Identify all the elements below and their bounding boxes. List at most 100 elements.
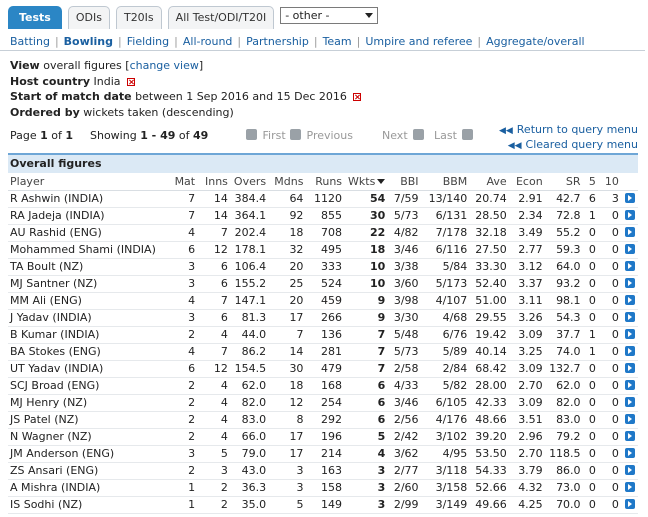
- return-query-link[interactable]: Return to query menu: [517, 123, 638, 136]
- player-name[interactable]: TA Boult (NZ): [8, 258, 168, 276]
- row-action-cell: [621, 462, 638, 480]
- column-header-mdns[interactable]: Mdns: [269, 173, 307, 191]
- nav-separator: |: [237, 35, 242, 48]
- row-action-cell: [621, 190, 638, 208]
- cell-wkts: 10: [345, 275, 389, 293]
- tab-tests[interactable]: Tests: [8, 6, 62, 29]
- player-name[interactable]: JM Anderson (ENG): [8, 445, 168, 463]
- previous-page-button[interactable]: Previous: [290, 129, 353, 142]
- nav-partnership[interactable]: Partnership: [246, 35, 309, 48]
- cell-10: 0: [598, 275, 622, 293]
- format-select[interactable]: - other -: [280, 7, 379, 24]
- page-prefix: Page: [10, 129, 37, 142]
- player-name[interactable]: A Mishra (INDIA): [8, 479, 168, 497]
- player-name[interactable]: JS Patel (NZ): [8, 411, 168, 429]
- cell-mat: 2: [167, 428, 199, 446]
- cell-econ: 3.51: [509, 411, 546, 429]
- play-arrow-icon[interactable]: [625, 312, 635, 322]
- column-header-bbi[interactable]: BBI: [388, 173, 422, 191]
- column-header-econ[interactable]: Econ: [509, 173, 546, 191]
- cell-runs: 136: [306, 326, 346, 344]
- first-page-button[interactable]: First: [246, 129, 286, 142]
- column-header-overs[interactable]: Overs: [230, 173, 270, 191]
- cleared-query-link[interactable]: Cleared query menu: [526, 138, 638, 151]
- player-name[interactable]: N Wagner (NZ): [8, 428, 168, 446]
- play-arrow-icon[interactable]: [625, 397, 635, 407]
- column-header-ave[interactable]: Ave: [470, 173, 510, 191]
- tab-all-formats[interactable]: All Test/ODI/T20I: [167, 6, 275, 29]
- row-action-cell: [621, 258, 638, 276]
- column-header-player[interactable]: Player: [8, 173, 168, 191]
- cell-inns: 6: [198, 275, 231, 293]
- column-header-label: Inns: [204, 174, 228, 188]
- player-name[interactable]: IS Sodhi (NZ): [8, 496, 168, 514]
- column-header-10[interactable]: 10: [598, 173, 622, 191]
- host-label: Host country: [10, 74, 90, 88]
- play-arrow-icon[interactable]: [625, 363, 635, 373]
- play-arrow-icon[interactable]: [625, 431, 635, 441]
- remove-date-icon[interactable]: [353, 93, 362, 101]
- play-arrow-icon[interactable]: [625, 244, 635, 254]
- play-arrow-icon[interactable]: [625, 499, 635, 509]
- player-name[interactable]: BA Stokes (ENG): [8, 343, 168, 361]
- play-arrow-icon[interactable]: [625, 261, 635, 271]
- play-arrow-icon[interactable]: [625, 482, 635, 492]
- player-name[interactable]: R Ashwin (INDIA): [8, 190, 168, 208]
- play-arrow-icon[interactable]: [625, 465, 635, 475]
- player-name[interactable]: ZS Ansari (ENG): [8, 462, 168, 480]
- cell-mdns: 8: [269, 411, 307, 429]
- player-name[interactable]: AU Rashid (ENG): [8, 224, 168, 242]
- player-name[interactable]: MM Ali (ENG): [8, 292, 168, 310]
- nav-all-round[interactable]: All-round: [183, 35, 233, 48]
- play-arrow-icon[interactable]: [625, 380, 635, 390]
- showing-prefix: Showing: [90, 129, 137, 142]
- player-name[interactable]: MJ Henry (NZ): [8, 394, 168, 412]
- cell-overs: 364.1: [230, 207, 270, 225]
- remove-host-icon[interactable]: [127, 77, 135, 86]
- column-header-wkts[interactable]: Wkts: [345, 173, 389, 191]
- column-header-bbm[interactable]: BBM: [421, 173, 471, 191]
- tab-t20is[interactable]: T20Is: [115, 6, 162, 29]
- column-header-5[interactable]: 5: [583, 173, 599, 191]
- play-arrow-icon[interactable]: [625, 346, 635, 356]
- player-name[interactable]: MJ Santner (NZ): [8, 275, 168, 293]
- play-arrow-icon[interactable]: [625, 227, 635, 237]
- player-name[interactable]: Mohammed Shami (INDIA): [8, 241, 168, 259]
- player-name[interactable]: SCJ Broad (ENG): [8, 377, 168, 395]
- player-name[interactable]: J Yadav (INDIA): [8, 309, 168, 327]
- nav-aggregate[interactable]: Aggregate/overall: [486, 35, 584, 48]
- play-arrow-icon[interactable]: [625, 414, 635, 424]
- play-arrow-icon[interactable]: [625, 329, 635, 339]
- column-header-inns[interactable]: Inns: [198, 173, 231, 191]
- cell-mat: 4: [167, 224, 199, 242]
- cell-sr: 42.7: [545, 190, 584, 208]
- player-name[interactable]: UT Yadav (INDIA): [8, 360, 168, 378]
- tab-odis[interactable]: ODIs: [67, 6, 110, 29]
- change-view-link[interactable]: change view: [130, 59, 199, 72]
- nav-bowling[interactable]: Bowling: [64, 35, 113, 48]
- play-arrow-icon[interactable]: [625, 448, 635, 458]
- cell-overs: 384.4: [230, 190, 270, 208]
- nav-fielding[interactable]: Fielding: [127, 35, 169, 48]
- play-arrow-icon[interactable]: [625, 210, 635, 220]
- nav-team[interactable]: Team: [323, 35, 352, 48]
- format-tabs: Tests ODIs T20Is All Test/ODI/T20I - oth…: [8, 6, 379, 29]
- nav-batting[interactable]: Batting: [10, 35, 50, 48]
- chevron-down-icon: [365, 13, 374, 18]
- cell-inns: 2: [198, 496, 231, 514]
- table-row: ZS Ansari (ENG) 2 3 43.0 3 163 3 2/77 3/118 54.33…: [8, 462, 638, 480]
- cell-mdns: 17: [269, 445, 307, 463]
- last-page-button[interactable]: Last: [434, 129, 474, 142]
- row-action-cell: [621, 479, 638, 497]
- column-header-runs[interactable]: Runs: [306, 173, 346, 191]
- player-name[interactable]: B Kumar (INDIA): [8, 326, 168, 344]
- nav-umpire[interactable]: Umpire and referee: [365, 35, 472, 48]
- next-page-button[interactable]: Next: [382, 129, 425, 142]
- play-arrow-icon[interactable]: [625, 278, 635, 288]
- play-arrow-icon[interactable]: [625, 295, 635, 305]
- page-current: 1: [40, 129, 48, 142]
- player-name[interactable]: RA Jadeja (INDIA): [8, 207, 168, 225]
- column-header-mat[interactable]: Mat: [167, 173, 199, 191]
- column-header-sr[interactable]: SR: [545, 173, 584, 191]
- play-arrow-icon[interactable]: [625, 193, 635, 203]
